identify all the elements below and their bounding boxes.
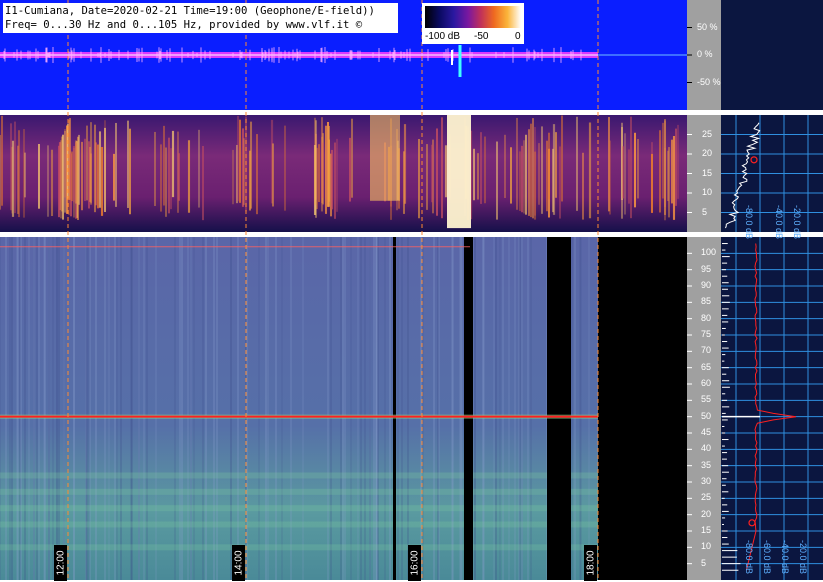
spectrogram-105hz-y-label: 40 bbox=[701, 443, 712, 454]
spectrogram-105hz-band bbox=[0, 488, 598, 495]
side30-x-label: -20.0 dB bbox=[792, 205, 802, 240]
spectrogram-105hz-y-label: 30 bbox=[701, 476, 712, 486]
spectrogram-105hz-band bbox=[0, 521, 598, 528]
amplitude-y-label: 0 % bbox=[697, 49, 713, 59]
spectrogram-30hz-y-label: 25 bbox=[702, 128, 713, 139]
title-box: I1-Cumiana, Date=2020-02-21 Time=19:00 (… bbox=[3, 3, 398, 33]
amplitude-y-label: 50 % bbox=[697, 21, 718, 32]
spectrogram-105hz-y-label: 70 bbox=[701, 345, 712, 356]
spectrogram-105hz-gap bbox=[393, 237, 396, 580]
spectrogram-105hz-y-label: 5 bbox=[701, 557, 707, 568]
spectrogram-105hz-y-label: 55 bbox=[701, 394, 712, 405]
colorbar-tick-min: -100 dB bbox=[425, 31, 461, 42]
spectrogram-105hz-y-label: 35 bbox=[701, 459, 712, 470]
time-label-text: 16:00 bbox=[409, 550, 420, 576]
time-label: 18:00 bbox=[584, 545, 597, 581]
time-label-text: 14:00 bbox=[233, 550, 244, 576]
title-line-2: Freq= 0...30 Hz and 0...105 Hz, provided… bbox=[5, 19, 363, 31]
amplitude-side-area bbox=[721, 0, 823, 110]
spectrogram-105hz-gap bbox=[547, 237, 571, 580]
time-label-text: 18:00 bbox=[585, 550, 596, 576]
spectrogram-30hz-y-label: 20 bbox=[702, 148, 713, 158]
spectrogram-105hz-y-label: 65 bbox=[701, 361, 712, 372]
side30-x-label: -80.0 dB bbox=[744, 205, 754, 240]
spectrogram-105hz-y-label: 60 bbox=[701, 378, 712, 388]
spectrogram-105hz-y-label: 90 bbox=[701, 280, 712, 290]
side105-x-label: -60.0 dB bbox=[762, 540, 772, 575]
spectrogram-30hz-y-label: 5 bbox=[702, 206, 708, 217]
side105-x-label: -20.0 dB bbox=[798, 540, 808, 575]
spectrogram-105hz-no-data bbox=[598, 237, 687, 580]
title-line-1: I1-Cumiana, Date=2020-02-21 Time=19:00 (… bbox=[5, 5, 375, 17]
spectrogram-30hz-y-label: 15 bbox=[702, 167, 713, 178]
main-figure bbox=[0, 0, 823, 580]
spectrogram-105hz-band bbox=[0, 544, 598, 551]
spectrogram-105hz-y-label: 45 bbox=[701, 427, 712, 437]
colorbar-tick-max: 0 bbox=[515, 31, 521, 42]
spectrogram-105hz-y-label: 75 bbox=[701, 329, 712, 339]
time-label: 12:00 bbox=[54, 545, 67, 581]
spectrogram-105hz-y-label: 10 bbox=[701, 541, 712, 552]
spectrogram-105hz-y-label: 15 bbox=[701, 525, 712, 535]
side30-x-label: -40.0 dB bbox=[774, 205, 784, 240]
spectrogram-105hz-y-label: 50 bbox=[701, 410, 712, 421]
side105-x-label: -80.0 dB bbox=[744, 540, 754, 575]
spectrogram-105hz-y-label: 100 bbox=[701, 247, 717, 258]
spectrogram-30hz-warm-block bbox=[370, 115, 400, 201]
spectrogram-105hz-y-label: 95 bbox=[701, 263, 712, 274]
spectrogram-105hz-band bbox=[0, 472, 598, 479]
colorbar-gradient bbox=[425, 6, 521, 28]
time-label: 14:00 bbox=[232, 545, 245, 581]
colorbar-tick-mid: -50 bbox=[474, 31, 489, 42]
spectrogram-105hz-y-label: 85 bbox=[701, 296, 712, 307]
spectrogram-105hz-y-label: 25 bbox=[701, 492, 712, 503]
spectrogram-30hz-bright-block bbox=[447, 115, 471, 229]
colorbar-legend: -100 dB -50 0 bbox=[422, 3, 524, 44]
amplitude-y-label: -50 % bbox=[697, 76, 721, 87]
time-label-text: 12:00 bbox=[55, 550, 66, 576]
spectrogram-105hz-band bbox=[0, 505, 598, 512]
spectrogram-105hz-y-label: 20 bbox=[701, 508, 712, 519]
spectrogram-105hz-gap bbox=[464, 237, 473, 580]
spectrogram-30hz-y-label: 10 bbox=[702, 187, 713, 197]
side105-x-label: -40.0 dB bbox=[780, 540, 790, 575]
spectrogram-105hz-y-label: 80 bbox=[701, 312, 712, 323]
time-label: 16:00 bbox=[408, 545, 421, 581]
